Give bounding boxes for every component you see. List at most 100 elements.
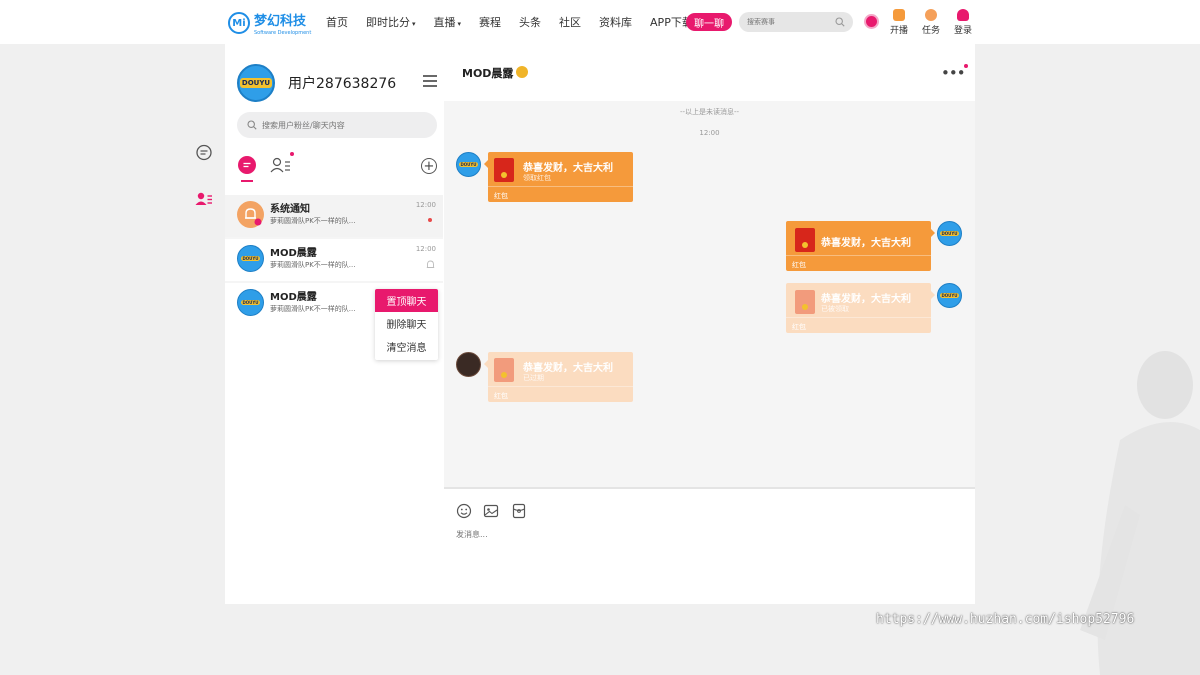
red-packet-status: 领取红包 xyxy=(523,174,551,182)
tab-contacts[interactable] xyxy=(270,157,292,173)
nav-database[interactable]: 资料库 xyxy=(590,14,641,30)
menu-icon[interactable] xyxy=(423,75,437,87)
red-packet-wish: 恭喜发财，大吉大利 xyxy=(523,363,613,374)
camera-icon xyxy=(893,9,905,21)
avatar: DOUYU xyxy=(237,245,264,272)
tasks-button[interactable]: 任务 xyxy=(919,9,943,36)
avatar[interactable]: DOUYU xyxy=(456,152,481,177)
red-packet-status: 已过期 xyxy=(523,374,544,382)
more-options-icon[interactable]: ••• xyxy=(941,64,966,82)
red-packet-footer: 红包 xyxy=(488,386,633,402)
nav-live[interactable]: 直播 ▾ xyxy=(425,14,471,30)
red-packet-message[interactable]: 恭喜发财，大吉大利 领取红包 红包 xyxy=(488,152,633,202)
red-packet-footer: 红包 xyxy=(786,317,931,333)
tab-messages[interactable] xyxy=(238,156,256,174)
context-menu: 置顶聊天 删除聊天 清空消息 xyxy=(375,289,438,360)
conversation-preview: 萝莉圆滑队PK不一样的队... xyxy=(270,217,356,225)
bubble-tail xyxy=(931,291,935,299)
nav-schedule[interactable]: 赛程 xyxy=(470,14,510,30)
unread-dot xyxy=(290,152,294,156)
conversation-title: 系统通知 xyxy=(270,204,310,215)
avatar[interactable]: DOUYU xyxy=(937,283,962,308)
brand-logo[interactable]: Mi 梦幻科技 Software Development xyxy=(228,10,311,36)
chat-button[interactable]: 聊一聊 xyxy=(686,13,732,31)
nav-live-score[interactable]: 即时比分 ▾ xyxy=(357,14,425,30)
message-input[interactable] xyxy=(456,529,956,589)
chevron-down-icon: ▾ xyxy=(457,20,462,28)
red-packet-status: 已被领取 xyxy=(821,305,849,313)
conversation-search-input[interactable] xyxy=(262,120,422,130)
conversation-item-mod[interactable]: DOUYU MOD晨露 萝莉圆滑队PK不一样的队... 12:00 xyxy=(225,239,443,281)
broadcast-button[interactable]: 开播 xyxy=(887,9,911,36)
top-navbar: Mi 梦幻科技 Software Development 首页 即时比分 ▾ 直播… xyxy=(0,0,1200,44)
nav-headlines[interactable]: 头条 xyxy=(510,14,550,30)
login-button[interactable]: 登录 xyxy=(951,9,975,36)
nav-home[interactable]: 首页 xyxy=(317,14,357,30)
conversation-title: MOD晨露 xyxy=(270,292,317,303)
avatar: DOUYU xyxy=(237,289,264,316)
search-box xyxy=(739,12,853,32)
avatar[interactable]: DOUYU xyxy=(937,221,962,246)
bell-icon xyxy=(245,208,262,226)
red-packet-footer: 红包 xyxy=(488,186,633,202)
conversation-title: MOD晨露 xyxy=(270,248,317,259)
messenger-panel: DOUYU 用户287638276 + xyxy=(225,44,975,604)
plus-icon: + xyxy=(423,158,435,174)
add-conversation-button[interactable]: + xyxy=(421,158,437,174)
tv-icon[interactable] xyxy=(864,14,879,29)
bubble-tail xyxy=(931,229,935,237)
mute-bell-icon xyxy=(426,260,435,268)
emoji-icon[interactable] xyxy=(456,503,472,519)
active-tab-indicator xyxy=(241,180,253,182)
red-packet-footer: 红包 xyxy=(786,255,931,271)
menu-item-clear-messages[interactable]: 清空消息 xyxy=(375,335,438,358)
search-icon[interactable] xyxy=(835,17,845,27)
brand-name: 梦幻科技 xyxy=(254,14,307,29)
conversation-preview: 萝莉圆滑队PK不一样的队... xyxy=(270,261,356,269)
red-packet-message[interactable]: 恭喜发财，大吉大利 已过期 红包 xyxy=(488,352,633,402)
red-packet-wish: 恭喜发财，大吉大利 xyxy=(523,163,613,174)
search-input[interactable] xyxy=(747,18,827,26)
red-envelope-icon xyxy=(795,290,815,314)
red-packet-wish: 恭喜发财，大吉大利 xyxy=(821,294,911,305)
menu-item-pin-chat[interactable]: 置顶聊天 xyxy=(375,289,438,312)
conversation-time: 12:00 xyxy=(415,201,436,209)
chat-window: MOD晨露 ••• --以上是未读消息-- 12:00 DOUYU 恭喜发财，大… xyxy=(444,44,975,604)
conversation-time: 12:00 xyxy=(415,245,436,253)
unread-dot xyxy=(964,64,968,68)
red-packet-message[interactable]: 恭喜发财，大吉大利 已被领取 红包 xyxy=(786,283,931,333)
notification-bell-avatar xyxy=(237,201,264,228)
red-packet-icon[interactable] xyxy=(511,503,527,519)
user-name: 用户287638276 xyxy=(288,76,397,92)
menu-item-delete-chat[interactable]: 删除聊天 xyxy=(375,312,438,335)
task-icon xyxy=(925,9,937,21)
watermark: https://www.huzhan.com/ishop52796 xyxy=(876,612,1135,627)
compose-area xyxy=(444,487,975,604)
red-packet-message[interactable]: 恭喜发财，大吉大利 红包 xyxy=(786,221,931,271)
conversation-sidebar: DOUYU 用户287638276 + xyxy=(225,44,443,604)
brand-tagline: Software Development xyxy=(254,30,312,36)
verified-icon xyxy=(516,66,528,78)
avatar[interactable]: DOUYU xyxy=(237,64,275,102)
conversation-search xyxy=(237,112,437,138)
conversation-item-system[interactable]: 系统通知 萝莉圆滑队PK不一样的队... 12:00 xyxy=(225,195,443,237)
chat-header: MOD晨露 ••• xyxy=(444,44,975,101)
message-timestamp: 12:00 xyxy=(699,129,720,137)
avatar[interactable] xyxy=(456,352,481,377)
nav-community[interactable]: 社区 xyxy=(550,14,590,30)
logo-badge: Mi xyxy=(228,12,250,34)
conversation-preview: 萝莉圆滑队PK不一样的队... xyxy=(270,305,356,313)
chat-title: MOD晨露 xyxy=(462,67,514,80)
red-packet-wish: 恭喜发财，大吉大利 xyxy=(821,238,911,249)
red-envelope-icon xyxy=(494,358,514,382)
chat-bubble-icon[interactable] xyxy=(195,144,213,162)
chat-bubble-icon xyxy=(243,162,251,168)
red-envelope-icon xyxy=(795,228,815,252)
contacts-icon[interactable] xyxy=(195,190,213,208)
unread-divider: --以上是未读消息-- xyxy=(679,108,740,116)
chevron-down-icon: ▾ xyxy=(412,20,416,28)
red-envelope-icon xyxy=(494,158,514,182)
unread-dot xyxy=(428,218,432,222)
search-icon xyxy=(247,120,257,130)
image-icon[interactable] xyxy=(483,503,499,519)
